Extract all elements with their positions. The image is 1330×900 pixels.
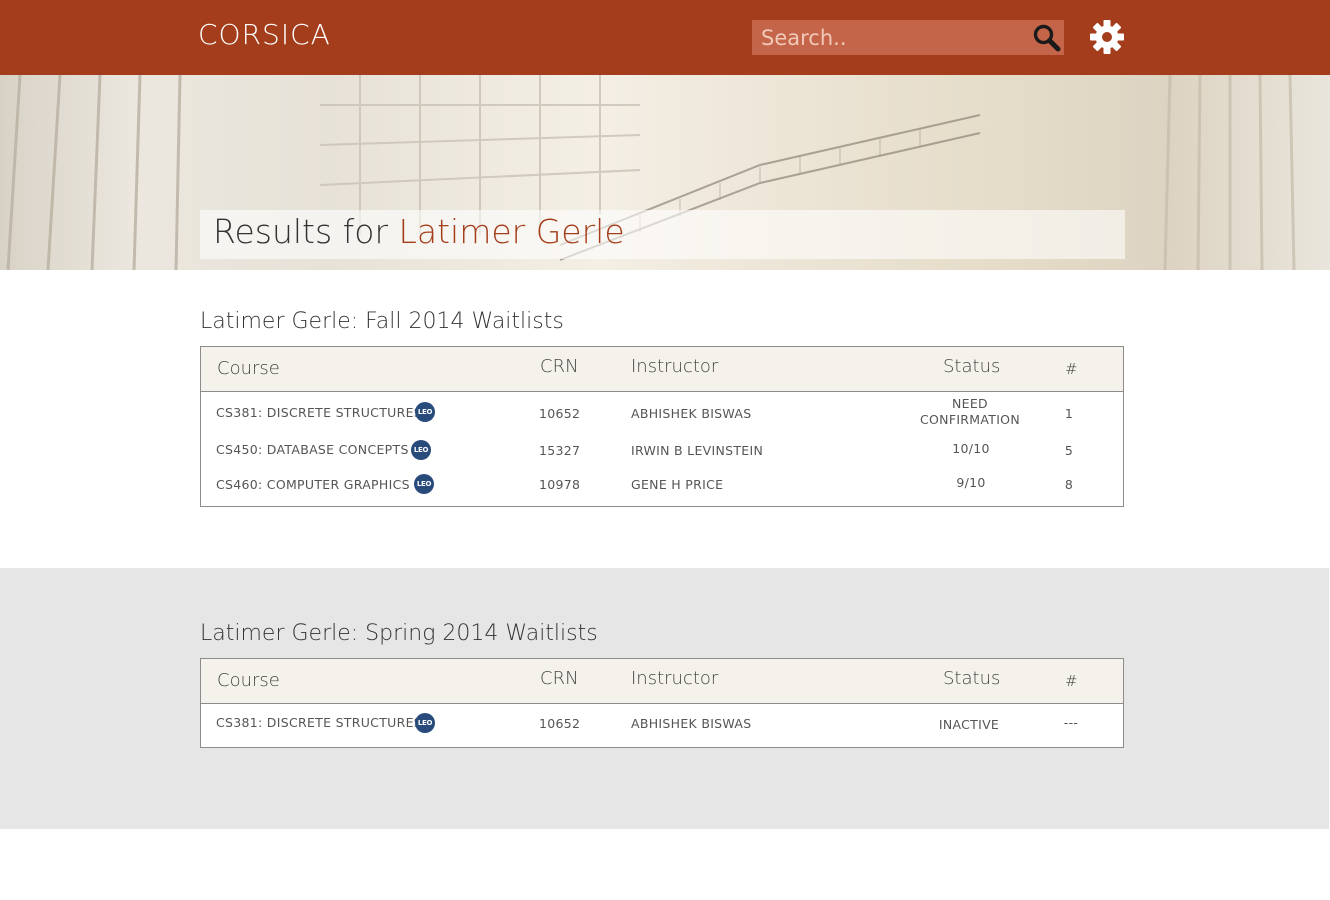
brand-logo[interactable]: CORSICA xyxy=(198,18,331,51)
column-header-number: # xyxy=(1065,360,1078,378)
leo-badge[interactable]: LEO xyxy=(415,402,435,422)
column-header-status: Status xyxy=(943,356,1001,377)
status-cell: Need Confirmation xyxy=(920,396,1020,427)
leo-badge[interactable]: LEO xyxy=(411,440,431,460)
search-box xyxy=(752,20,1064,55)
table-row: CS381: Discrete Structures LEO 10652 Abh… xyxy=(201,395,1123,431)
instructor-cell: Gene H Price xyxy=(631,477,724,492)
table-row: CS381: Discrete Structures LEO 10652 Abh… xyxy=(201,707,1123,743)
fall-waitlists-section: Latimer Gerle: Fall 2014 Waitlists Cours… xyxy=(0,270,1330,568)
status-cell: 9/10 xyxy=(956,475,986,490)
position-cell: --- xyxy=(1063,715,1079,730)
search-input[interactable] xyxy=(752,20,1022,55)
position-cell: 1 xyxy=(1064,406,1074,421)
column-header-instructor: Instructor xyxy=(631,668,719,689)
fall-section-title: Latimer Gerle: Fall 2014 Waitlists xyxy=(200,309,564,334)
page-title: Results for Latimer Gerle xyxy=(213,212,625,251)
top-navbar: CORSICA xyxy=(0,0,1330,75)
column-header-number: # xyxy=(1065,672,1078,690)
position-cell: 5 xyxy=(1064,443,1074,458)
crn-cell: 15327 xyxy=(539,443,581,458)
spring-waitlist-table: Course CRN Instructor Status # CS381: Di… xyxy=(200,658,1124,748)
table-header: Course CRN Instructor Status # xyxy=(201,347,1123,392)
crn-cell: 10978 xyxy=(539,477,581,492)
crn-cell: 10652 xyxy=(539,716,581,731)
position-cell: 8 xyxy=(1064,477,1074,492)
column-header-course: Course xyxy=(217,670,280,691)
fall-waitlist-table: Course CRN Instructor Status # CS381: Di… xyxy=(200,346,1124,507)
search-icon[interactable] xyxy=(1032,23,1062,53)
column-header-crn: CRN xyxy=(540,356,579,377)
table-header: Course CRN Instructor Status # xyxy=(201,659,1123,704)
leo-badge[interactable]: LEO xyxy=(414,474,434,494)
column-header-instructor: Instructor xyxy=(631,356,719,377)
page-title-prefix: Results for xyxy=(213,212,399,251)
hero-banner: Results for Latimer Gerle xyxy=(0,75,1330,270)
instructor-cell: Abhishek Biswas xyxy=(631,406,752,421)
spring-section-title: Latimer Gerle: Spring 2014 Waitlists xyxy=(200,621,598,646)
column-header-status: Status xyxy=(943,668,1001,689)
course-link[interactable]: CS381: Discrete Structures xyxy=(216,405,422,420)
table-row: CS460: Computer Graphics LEO 10978 Gene … xyxy=(201,467,1123,503)
spring-waitlists-section: Latimer Gerle: Spring 2014 Waitlists Cou… xyxy=(0,568,1329,829)
course-link[interactable]: CS450: Database Concepts xyxy=(216,442,409,457)
leo-badge[interactable]: LEO xyxy=(415,713,435,733)
status-cell: 10/10 xyxy=(952,441,990,456)
instructor-cell: Abhishek Biswas xyxy=(631,716,752,731)
page-title-name: Latimer Gerle xyxy=(398,212,625,251)
results-heading-bar: Results for Latimer Gerle xyxy=(200,210,1125,259)
course-link[interactable]: CS381: Discrete Structures xyxy=(216,715,422,730)
column-header-crn: CRN xyxy=(540,668,579,689)
crn-cell: 10652 xyxy=(539,406,581,421)
gear-icon[interactable] xyxy=(1089,19,1125,55)
column-header-course: Course xyxy=(217,358,280,379)
course-link[interactable]: CS460: Computer Graphics xyxy=(216,477,410,492)
instructor-cell: Irwin B Levinstein xyxy=(631,443,764,458)
status-cell: Inactive xyxy=(938,717,1000,732)
table-row: CS450: Database Concepts LEO 15327 Irwin… xyxy=(201,432,1123,468)
